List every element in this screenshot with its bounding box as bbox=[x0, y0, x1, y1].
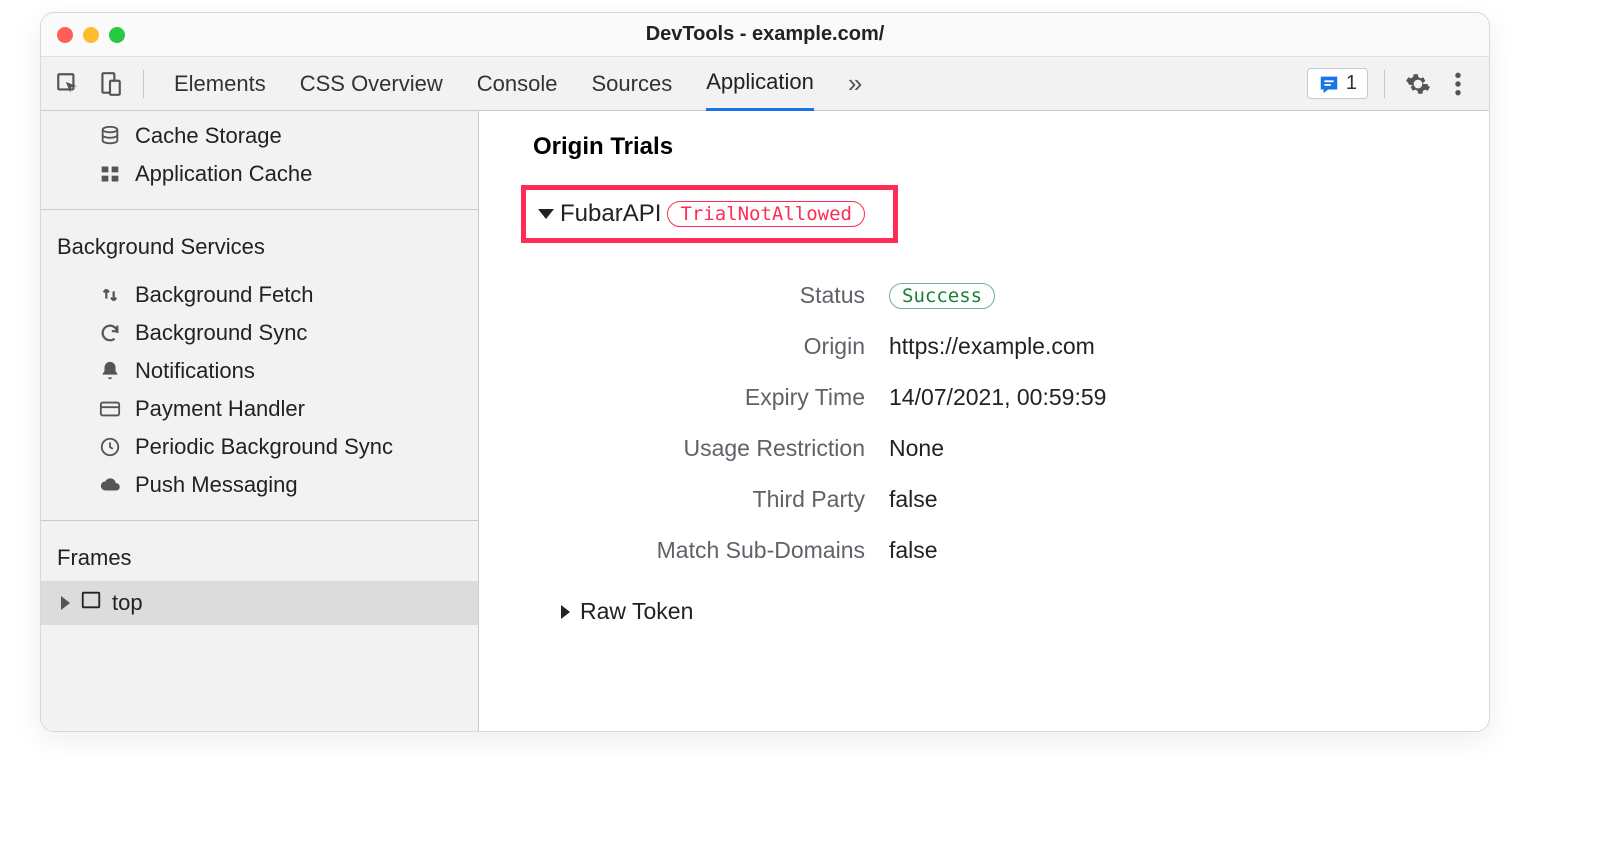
sync-icon bbox=[97, 320, 123, 346]
tab-console[interactable]: Console bbox=[477, 57, 558, 111]
divider bbox=[143, 70, 144, 98]
divider bbox=[1384, 70, 1385, 98]
raw-token-label: Raw Token bbox=[580, 598, 693, 625]
kv-third-party: Third Party false bbox=[575, 474, 1449, 525]
chevron-down-icon bbox=[538, 209, 554, 219]
cloud-icon bbox=[97, 472, 123, 498]
trial-status-badge: TrialNotAllowed bbox=[667, 201, 865, 227]
device-toggle-icon[interactable] bbox=[91, 65, 129, 103]
kv-value: 14/07/2021, 00:59:59 bbox=[889, 384, 1106, 411]
panel-tabs: Elements CSS Overview Console Sources Ap… bbox=[174, 57, 862, 111]
kv-key: Status bbox=[575, 282, 865, 309]
kv-value: https://example.com bbox=[889, 333, 1095, 360]
raw-token-toggle[interactable]: Raw Token bbox=[561, 598, 1449, 625]
sidebar-item-notifications[interactable]: Notifications bbox=[41, 352, 478, 390]
sidebar-item-cache-storage[interactable]: Cache Storage bbox=[41, 117, 478, 155]
inspect-icon[interactable] bbox=[49, 65, 87, 103]
issues-button[interactable]: 1 bbox=[1307, 68, 1368, 99]
kv-value: None bbox=[889, 435, 944, 462]
gear-icon[interactable] bbox=[1401, 67, 1435, 101]
kv-value: false bbox=[889, 486, 938, 513]
kv-key: Match Sub-Domains bbox=[575, 537, 865, 564]
status-badge: Success bbox=[889, 283, 995, 309]
chevron-right-icon bbox=[61, 596, 70, 610]
sidebar-header-background-services: Background Services bbox=[41, 220, 478, 270]
sidebar-group-cache: Cache Storage Application Cache bbox=[41, 111, 478, 199]
kv-expiry: Expiry Time 14/07/2021, 00:59:59 bbox=[575, 372, 1449, 423]
main-panel: Origin Trials FubarAPI TrialNotAllowed S… bbox=[479, 111, 1489, 731]
sidebar-group-background: Background Fetch Background Sync Notific… bbox=[41, 270, 478, 510]
clock-icon bbox=[97, 434, 123, 460]
issues-count: 1 bbox=[1346, 72, 1357, 95]
origin-trial-row[interactable]: FubarAPI TrialNotAllowed bbox=[521, 185, 898, 243]
sidebar-item-frame-top[interactable]: top bbox=[41, 581, 478, 625]
kv-value: Success bbox=[889, 281, 995, 309]
sidebar-header-frames: Frames bbox=[41, 531, 478, 581]
sidebar-item-application-cache[interactable]: Application Cache bbox=[41, 155, 478, 193]
frame-icon bbox=[80, 589, 102, 617]
minimize-icon[interactable] bbox=[83, 27, 99, 43]
trial-name: FubarAPI bbox=[560, 200, 661, 228]
titlebar: DevTools - example.com/ bbox=[41, 13, 1489, 57]
sidebar-item-background-sync[interactable]: Background Sync bbox=[41, 314, 478, 352]
grid-icon bbox=[97, 161, 123, 187]
kebab-icon[interactable] bbox=[1441, 67, 1475, 101]
kv-origin: Origin https://example.com bbox=[575, 321, 1449, 372]
devtools-toolbar: Elements CSS Overview Console Sources Ap… bbox=[41, 57, 1489, 111]
kv-status: Status Success bbox=[575, 269, 1449, 321]
divider bbox=[41, 209, 478, 210]
sidebar-item-background-fetch[interactable]: Background Fetch bbox=[41, 276, 478, 314]
updown-icon bbox=[97, 282, 123, 308]
sidebar: Cache Storage Application Cache Backgrou… bbox=[41, 111, 479, 731]
card-icon bbox=[97, 396, 123, 422]
kv-match-subdomains: Match Sub-Domains false bbox=[575, 525, 1449, 576]
kv-key: Expiry Time bbox=[575, 384, 865, 411]
sidebar-item-label: Periodic Background Sync bbox=[135, 434, 393, 460]
divider bbox=[41, 520, 478, 521]
content: Cache Storage Application Cache Backgrou… bbox=[41, 111, 1489, 731]
tabs-overflow-icon[interactable]: » bbox=[848, 57, 862, 111]
database-icon bbox=[97, 123, 123, 149]
tab-application[interactable]: Application bbox=[706, 57, 814, 111]
toolbar-left bbox=[41, 65, 154, 103]
sidebar-item-label: Cache Storage bbox=[135, 123, 282, 149]
window-title: DevTools - example.com/ bbox=[41, 23, 1489, 46]
maximize-icon[interactable] bbox=[109, 27, 125, 43]
tab-css-overview[interactable]: CSS Overview bbox=[300, 57, 443, 111]
kv-key: Origin bbox=[575, 333, 865, 360]
chevron-right-icon bbox=[561, 605, 570, 619]
kv-key: Third Party bbox=[575, 486, 865, 513]
sidebar-item-label: Payment Handler bbox=[135, 396, 305, 422]
tab-elements[interactable]: Elements bbox=[174, 57, 266, 111]
sidebar-item-label: Push Messaging bbox=[135, 472, 298, 498]
kv-value: false bbox=[889, 537, 938, 564]
traffic-lights bbox=[57, 27, 125, 43]
sidebar-item-payment-handler[interactable]: Payment Handler bbox=[41, 390, 478, 428]
sidebar-item-label: Application Cache bbox=[135, 161, 312, 187]
bell-icon bbox=[97, 358, 123, 384]
trial-details: Status Success Origin https://example.co… bbox=[575, 269, 1449, 576]
kv-key: Usage Restriction bbox=[575, 435, 865, 462]
sidebar-item-label: Background Sync bbox=[135, 320, 307, 346]
sidebar-item-label: Background Fetch bbox=[135, 282, 314, 308]
page-title: Origin Trials bbox=[533, 133, 1449, 161]
sidebar-item-push-messaging[interactable]: Push Messaging bbox=[41, 466, 478, 504]
sidebar-item-periodic-background-sync[interactable]: Periodic Background Sync bbox=[41, 428, 478, 466]
close-icon[interactable] bbox=[57, 27, 73, 43]
toolbar-right: 1 bbox=[1307, 67, 1481, 101]
frame-label: top bbox=[112, 590, 143, 616]
tab-sources[interactable]: Sources bbox=[591, 57, 672, 111]
devtools-window: DevTools - example.com/ Elements CSS Ove… bbox=[40, 12, 1490, 732]
kv-usage-restriction: Usage Restriction None bbox=[575, 423, 1449, 474]
sidebar-item-label: Notifications bbox=[135, 358, 255, 384]
